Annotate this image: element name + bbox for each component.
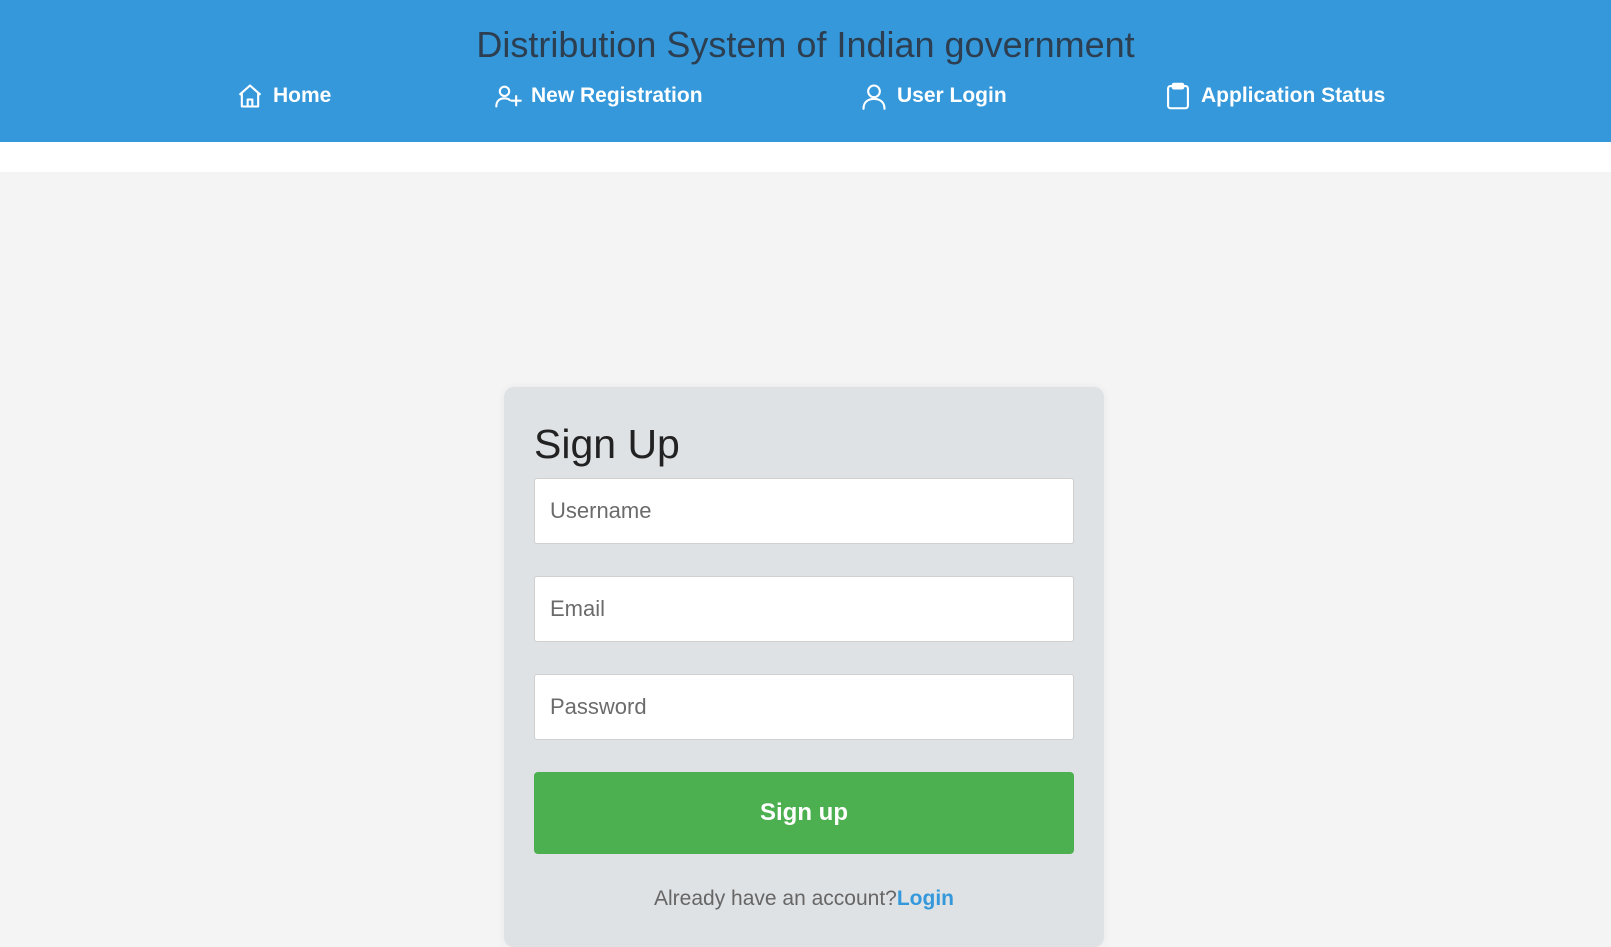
nav-new-registration-label: New Registration: [531, 84, 703, 107]
signup-title: Sign Up: [534, 421, 680, 467]
nav-home[interactable]: Home: [236, 80, 331, 112]
password-input[interactable]: [534, 674, 1074, 740]
username-input[interactable]: [534, 478, 1074, 544]
nav-user-login[interactable]: User Login: [860, 80, 1007, 112]
top-header: Distribution System of Indian government…: [0, 0, 1611, 142]
user-icon: [862, 84, 886, 110]
signup-card: Sign Up Sign up Already have an account?…: [504, 387, 1104, 947]
login-prompt: Already have an account?Login: [504, 887, 1104, 911]
signup-button[interactable]: Sign up: [534, 772, 1074, 854]
clipboard-icon: [1167, 82, 1189, 110]
header-spacer: [0, 142, 1611, 172]
nav-application-status-label: Application Status: [1201, 84, 1386, 107]
email-input[interactable]: [534, 576, 1074, 642]
user-plus-icon: [495, 85, 522, 108]
home-icon: [238, 84, 262, 108]
site-title: Distribution System of Indian government: [476, 24, 1135, 65]
nav-home-label: Home: [273, 84, 332, 107]
nav-new-registration[interactable]: New Registration: [494, 80, 703, 112]
login-link[interactable]: Login: [897, 887, 954, 910]
nav-user-login-label: User Login: [897, 84, 1007, 107]
nav-application-status[interactable]: Application Status: [1164, 80, 1385, 112]
login-prompt-text: Already have an account?: [654, 887, 897, 910]
